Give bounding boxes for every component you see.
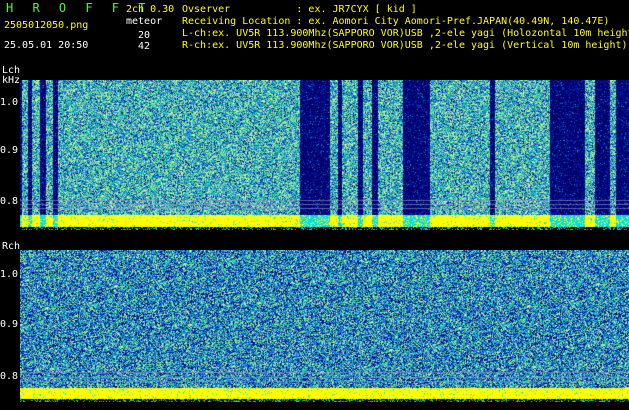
meteor-label: meteor [126,16,163,27]
image-filename: 2505012050.png [4,20,89,31]
lch-spectrogram [20,80,629,230]
lch-config-line: L-ch:ex. UV5R 113.900Mhz(SAPPORO VOR)USB… [182,28,629,39]
lch-ytick-1-0: 1.0 [0,97,19,108]
lch-ytick-0-8: 0.8 [0,196,19,207]
observer-line: Ovserver : ex. JR7CYX [ kid ] [182,4,417,15]
rch-meteor-count: 42 [138,41,151,52]
location-line: Receiving Location : ex. Aomori City Aom… [182,16,610,27]
timestamp: 25.05.01 20:50 [4,40,89,51]
rch-config-line: R-ch:ex. UV5R 113.900Mhz(SAPPORO VOR)USB… [182,40,628,51]
rch-ytick-0-8: 0.8 [0,371,19,382]
rch-spectrogram [20,250,629,402]
rch-ytick-0-9: 0.9 [0,319,19,330]
lch-ytick-0-9: 0.9 [0,145,19,156]
rch-ytick-1-0: 1.0 [0,269,19,280]
rch-label: Rch [2,241,21,252]
version-label: 2ch 0.30 [126,4,175,15]
lch-unit-label: kHz [2,75,21,86]
